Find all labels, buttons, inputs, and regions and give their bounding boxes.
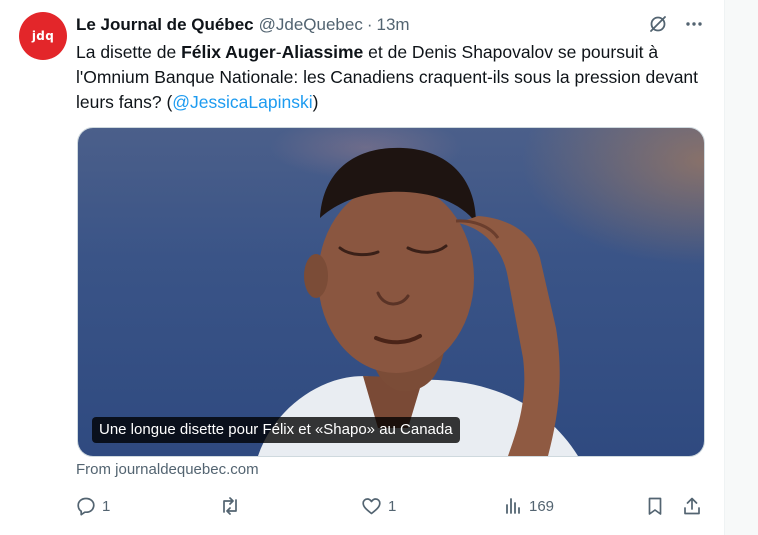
separator-dot: ·	[366, 15, 373, 34]
reply-count: 1	[102, 497, 111, 515]
views-icon	[503, 496, 523, 516]
tweet[interactable]: jdq Le Journal de Québec @JdeQuebec · 13…	[0, 0, 724, 535]
bookmark-button[interactable]	[646, 496, 664, 516]
card-photo	[78, 128, 704, 456]
mention-link[interactable]: @JessicaLapinski	[172, 92, 312, 112]
author-name[interactable]: Le Journal de Québec	[76, 15, 254, 35]
views-button[interactable]: 169	[503, 496, 554, 516]
share-icon	[682, 496, 702, 516]
tweet-header: Le Journal de Québec @JdeQuebec · 13m	[76, 15, 410, 35]
avatar[interactable]: jdq	[19, 12, 67, 60]
like-count: 1	[388, 497, 397, 515]
reply-button[interactable]: 1	[76, 496, 110, 516]
side-panel-edge	[724, 0, 758, 535]
tweet-text-bold: Aliassime	[281, 42, 364, 62]
share-button[interactable]	[682, 496, 702, 516]
author-handle[interactable]: @JdeQuebec	[259, 15, 363, 35]
heart-icon	[361, 496, 382, 516]
avatar-text: jdq	[31, 29, 55, 43]
timestamp[interactable]: 13m	[377, 15, 410, 35]
tweet-top-actions	[648, 14, 704, 34]
repost-button[interactable]	[219, 496, 247, 516]
views-count: 169	[529, 497, 555, 515]
card-caption: Une longue disette pour Félix et «Shapo»…	[92, 417, 460, 443]
reply-icon	[76, 496, 96, 516]
like-button[interactable]: 1	[361, 496, 396, 516]
tweet-text-part: )	[312, 92, 319, 112]
repost-icon	[219, 496, 241, 516]
more-icon[interactable]	[684, 14, 704, 34]
tweet-text: La disette de Félix Auger-Aliassime et d…	[76, 40, 716, 115]
grok-icon[interactable]	[648, 14, 668, 34]
tweet-text-bold: Félix Auger	[181, 42, 276, 62]
bookmark-icon	[646, 496, 664, 516]
card-source[interactable]: From journaldequebec.com	[76, 461, 259, 478]
link-card[interactable]: Une longue disette pour Félix et «Shapo»…	[77, 127, 705, 457]
tweet-actions: 1 1 169	[76, 496, 706, 522]
tweet-text-part: La disette de	[76, 42, 182, 62]
